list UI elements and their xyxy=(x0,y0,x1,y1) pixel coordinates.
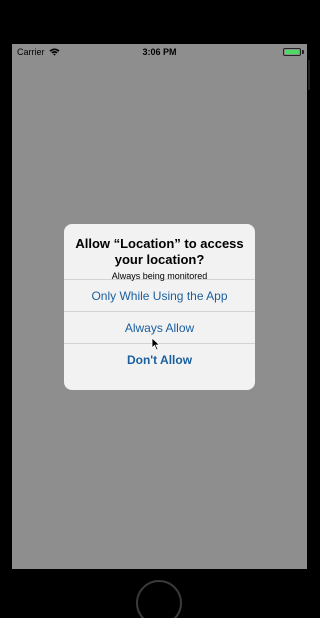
alert-header: Allow “Location” to access your location… xyxy=(64,224,255,281)
status-bar: Carrier 3:06 PM xyxy=(12,44,307,60)
battery-icon xyxy=(283,48,301,56)
status-time: 3:06 PM xyxy=(142,47,177,57)
only-while-using-button[interactable]: Only While Using the App xyxy=(64,279,255,311)
home-button-icon[interactable] xyxy=(136,580,182,618)
alert-title: Allow “Location” to access your location… xyxy=(75,236,244,267)
battery-fill xyxy=(285,50,299,54)
device-frame: Carrier 3:06 PM Allow “Location” to acce… xyxy=(0,0,320,618)
mouse-cursor-icon xyxy=(151,337,161,351)
battery-cap xyxy=(302,50,304,54)
location-permission-alert: Allow “Location” to access your location… xyxy=(64,224,255,390)
side-button xyxy=(308,60,310,90)
screen: Carrier 3:06 PM Allow “Location” to acce… xyxy=(12,44,307,569)
